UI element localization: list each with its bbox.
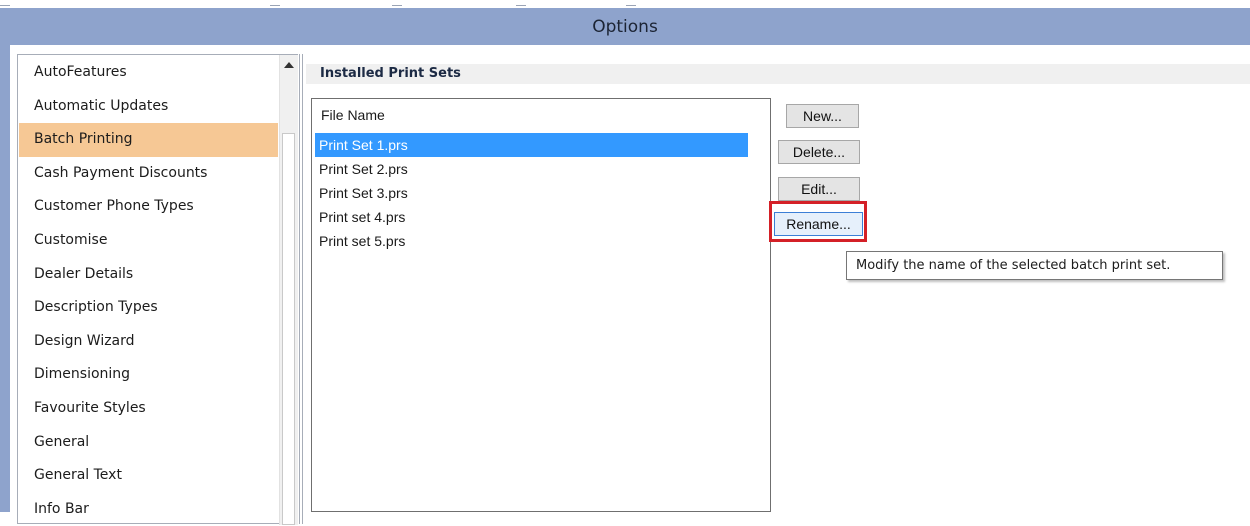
panel-splitter[interactable] [299,54,303,524]
category-item-autofeatures[interactable]: AutoFeatures [19,56,278,90]
print-set-list[interactable]: File Name Print Set 1.prs Print Set 2.pr… [311,98,771,512]
file-list-rows: Print Set 1.prs Print Set 2.prs Print Se… [315,133,748,253]
delete-button[interactable]: Delete... [778,140,860,164]
scroll-up-arrow-icon[interactable] [280,56,298,73]
file-row[interactable]: Print set 5.prs [315,229,748,253]
file-row[interactable]: Print Set 2.prs [315,157,748,181]
section-title: Installed Print Sets [306,64,1250,84]
strip-divider [270,5,280,6]
new-button[interactable]: New... [786,104,859,128]
file-row[interactable]: Print Set 1.prs [315,133,748,157]
edit-button[interactable]: Edit... [778,177,860,201]
strip-divider [0,5,10,6]
category-scrollbar[interactable] [279,55,298,525]
category-item-description-types[interactable]: Description Types [19,291,278,325]
category-item-cash-payment-discounts[interactable]: Cash Payment Discounts [19,157,278,191]
category-item-batch-printing[interactable]: Batch Printing [19,123,278,157]
rename-button[interactable]: Rename... [774,212,863,236]
category-item-favourite-styles[interactable]: Favourite Styles [19,392,278,426]
strip-divider [392,5,402,6]
category-item-dimensioning[interactable]: Dimensioning [19,358,278,392]
category-item-automatic-updates[interactable]: Automatic Updates [19,90,278,124]
file-row[interactable]: Print set 4.prs [315,205,748,229]
rename-tooltip: Modify the name of the selected batch pr… [846,251,1223,280]
column-header-file-name[interactable]: File Name [321,107,385,123]
category-item-general[interactable]: General [19,426,278,460]
category-item-info-bar[interactable]: Info Bar [19,493,278,526]
category-item-general-text[interactable]: General Text [19,459,278,493]
options-client-area: AutoFeatures Automatic Updates Batch Pri… [10,45,1250,525]
scroll-thumb[interactable] [282,133,295,525]
category-list-panel: AutoFeatures Automatic Updates Batch Pri… [17,54,298,526]
strip-divider [626,5,636,6]
category-item-customise[interactable]: Customise [19,224,278,258]
window-title: Options [0,9,1250,45]
file-row[interactable]: Print Set 3.prs [315,181,748,205]
category-list[interactable]: AutoFeatures Automatic Updates Batch Pri… [19,56,278,526]
category-item-design-wizard[interactable]: Design Wizard [19,325,278,359]
strip-divider [516,5,526,6]
category-item-customer-phone-types[interactable]: Customer Phone Types [19,190,278,224]
category-item-dealer-details[interactable]: Dealer Details [19,258,278,292]
